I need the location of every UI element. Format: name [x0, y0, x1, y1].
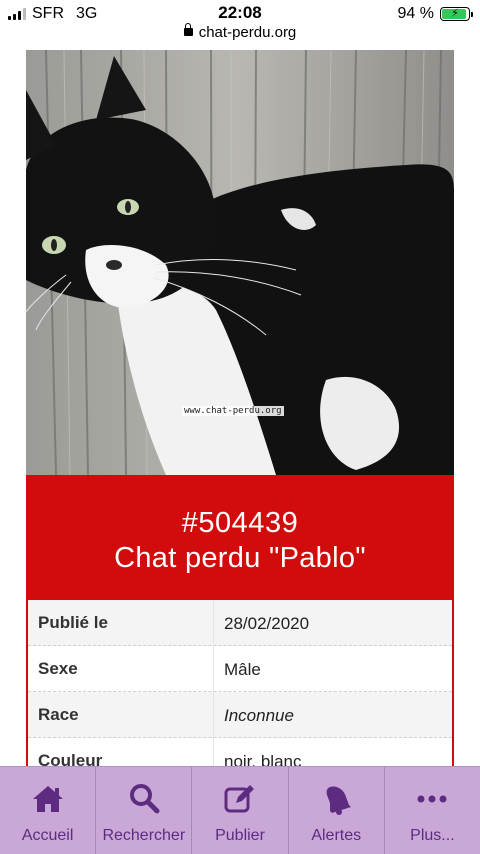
nav-item-plus[interactable]: Plus... — [385, 767, 480, 854]
nav-label: Alertes — [311, 827, 362, 844]
bell-icon — [326, 786, 352, 815]
nav-item-accueil[interactable]: Accueil — [0, 767, 97, 854]
detail-label: Publié le — [38, 613, 108, 632]
more-icon — [417, 795, 447, 803]
detail-label: Sexe — [38, 659, 78, 678]
nav-item-rechercher[interactable]: Rechercher — [96, 767, 193, 854]
detail-label: Couleur — [38, 751, 103, 766]
detail-row-breed: Race Inconnue — [28, 692, 452, 738]
cat-photo[interactable]: www.chat-perdu.org — [26, 50, 454, 475]
detail-row-date: Publié le 28/02/2020 — [28, 600, 452, 646]
nav-item-alertes[interactable]: Alertes — [289, 767, 385, 854]
detail-row-color: Couleur noir, blanc — [28, 738, 452, 766]
edit-icon — [224, 785, 254, 813]
detail-value: Inconnue — [213, 692, 452, 737]
url-domain: chat-perdu.org — [198, 24, 297, 41]
nav-label: Accueil — [21, 827, 74, 844]
nav-label: Plus... — [410, 827, 455, 844]
charging-bolt-icon: ⚡ — [451, 7, 459, 20]
nav-label: Rechercher — [102, 827, 186, 844]
detail-row-sex: Sexe Mâle — [28, 646, 452, 692]
details-table: Publié le 28/02/2020 Sexe Mâle Race Inco… — [26, 600, 454, 766]
lock-icon — [183, 23, 193, 36]
nav-item-publier[interactable]: Publier — [192, 767, 289, 854]
listing-title: Chat perdu "Pablo" — [114, 542, 366, 574]
home-icon — [32, 786, 63, 812]
detail-value: 28/02/2020 — [213, 600, 452, 645]
battery-percent: 94 % — [397, 5, 434, 22]
url-bar[interactable]: chat-perdu.org — [0, 23, 480, 46]
bottom-nav: Accueil Rechercher Publier Alertes Plus.… — [0, 766, 480, 854]
detail-label: Race — [38, 705, 79, 724]
battery-icon: ⚡ — [440, 7, 473, 21]
detail-value: Mâle — [213, 646, 452, 691]
nav-label: Publier — [215, 827, 265, 844]
listing-banner: #504439 Chat perdu "Pablo" — [26, 475, 454, 600]
search-icon — [129, 784, 160, 814]
status-right: 94 % ⚡ — [397, 5, 473, 23]
detail-value: noir, blanc — [213, 738, 452, 766]
photo-watermark: www.chat-perdu.org — [182, 406, 284, 416]
listing-id: #504439 — [181, 507, 299, 539]
